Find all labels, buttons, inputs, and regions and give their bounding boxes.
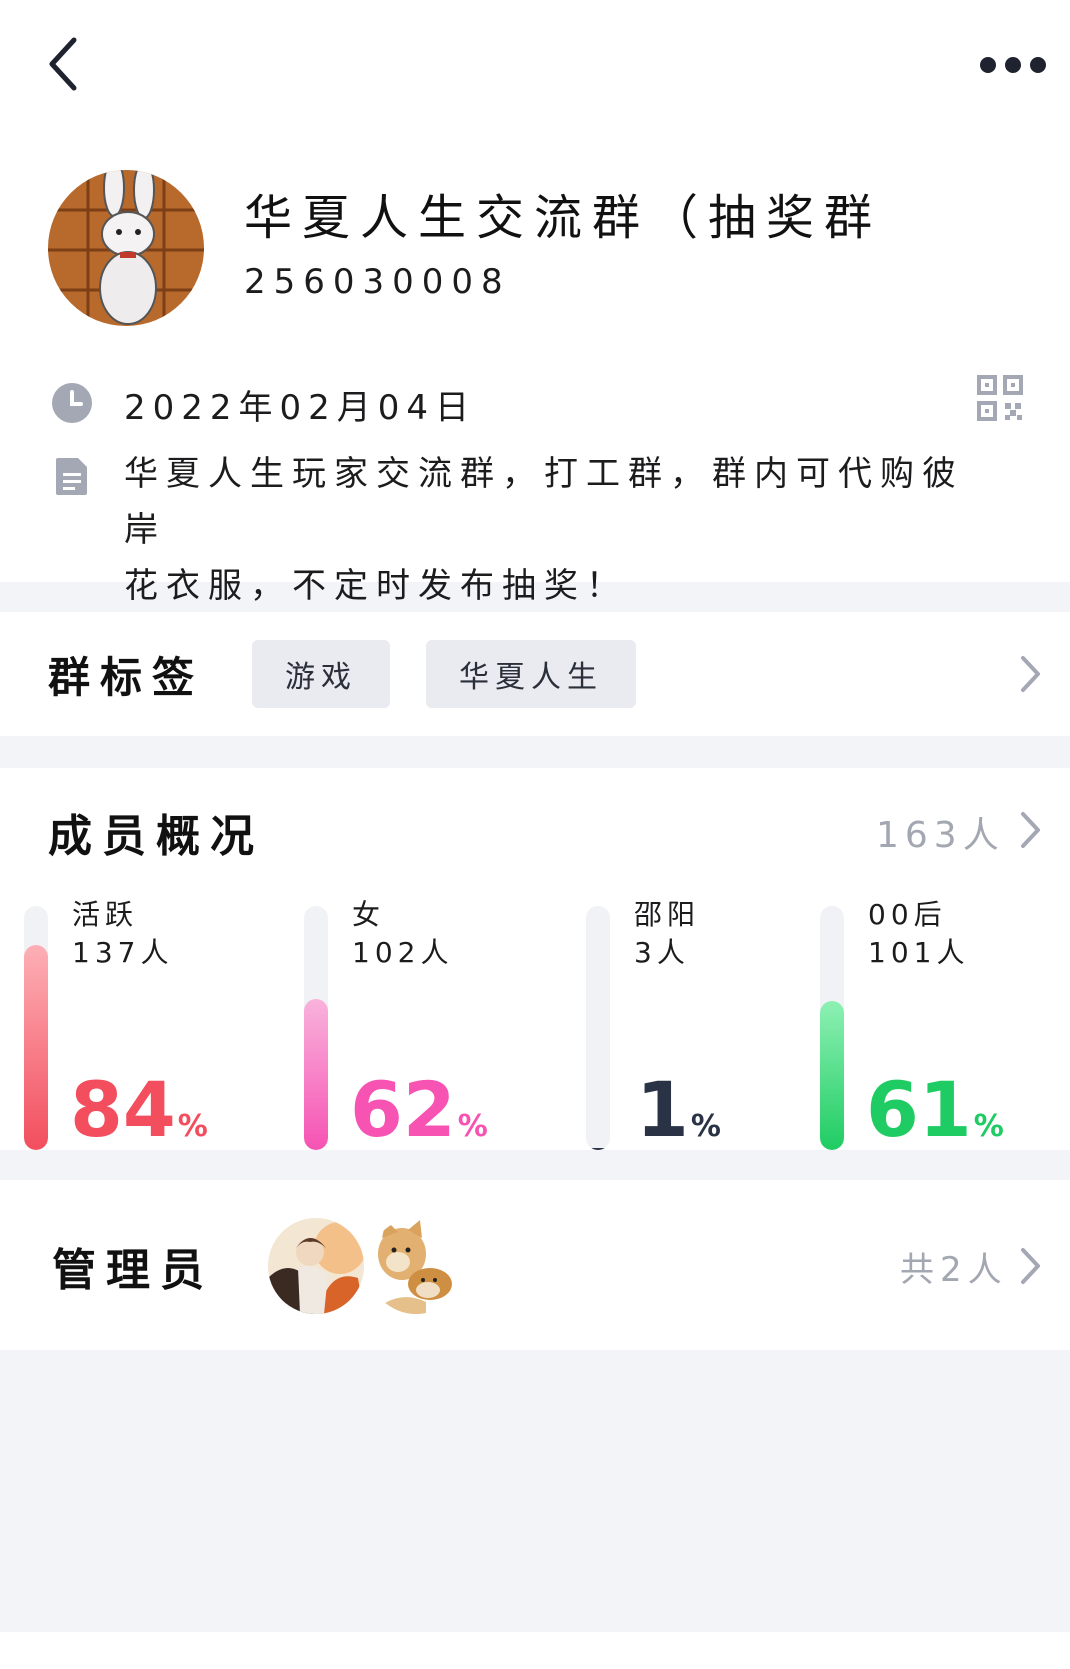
admin-avatar[interactable] [368,1218,464,1314]
group-description: 华夏人生玩家交流群，打工群，群内可代购彼岸 花衣服，不定时发布抽奖！ [124,446,1004,614]
stat-label-region: 邵阳 [634,898,701,931]
qr-code-icon[interactable] [976,374,1024,422]
description-line: 花衣服，不定时发布抽奖！ [124,566,628,606]
tag-huaxia-rensheng[interactable]: 华夏人生 [426,640,636,708]
stat-value-post00: 101人 [868,936,970,969]
group-name: 华夏人生交流群（抽奖群 [244,190,883,246]
female-bar-fill [304,999,328,1150]
members-count: 163人 [876,815,1005,856]
stat-value-female: 102人 [352,936,454,969]
more-dots-icon[interactable] [980,54,1050,76]
admin-avatar[interactable] [268,1218,364,1314]
admins-count: 共2人 [900,1250,1008,1290]
post00-bar-fill [820,1001,844,1150]
back-icon[interactable] [44,34,84,94]
chevron-right-icon[interactable] [1018,810,1042,850]
members-title: 成员概况 [48,811,264,862]
stat-percent-active: 84% [70,1065,208,1154]
active-bar-fill [24,945,48,1150]
clock-icon [52,383,92,423]
region-bar-fill [586,1148,610,1150]
region-bar [586,906,610,1150]
stat-value-active: 137人 [72,936,174,969]
stat-percent-female: 62% [350,1065,488,1154]
bottom-bar [0,1632,1070,1669]
group-avatar[interactable] [48,170,204,326]
chevron-right-icon[interactable] [1018,1246,1042,1286]
description-line: 华夏人生玩家交流群，打工群，群内可代购彼岸 [124,454,964,550]
stat-percent-post00: 61% [866,1065,1004,1154]
stat-label-post00: 00后 [868,898,947,931]
post00-bar [820,906,844,1150]
admins-title: 管理员 [52,1245,214,1296]
active-bar [24,906,48,1150]
chevron-right-icon[interactable] [1018,654,1042,694]
created-date: 2022年02月04日 [124,388,477,428]
stat-label-female: 女 [352,898,386,931]
female-bar [304,906,328,1150]
group-id: 256030008 [244,262,511,302]
document-icon [56,458,87,495]
tags-title: 群标签 [48,653,205,702]
stat-value-region: 3人 [634,936,690,969]
stat-percent-region: 1% [636,1065,721,1154]
stat-label-active: 活跃 [72,898,139,931]
tag-game[interactable]: 游戏 [252,640,390,708]
